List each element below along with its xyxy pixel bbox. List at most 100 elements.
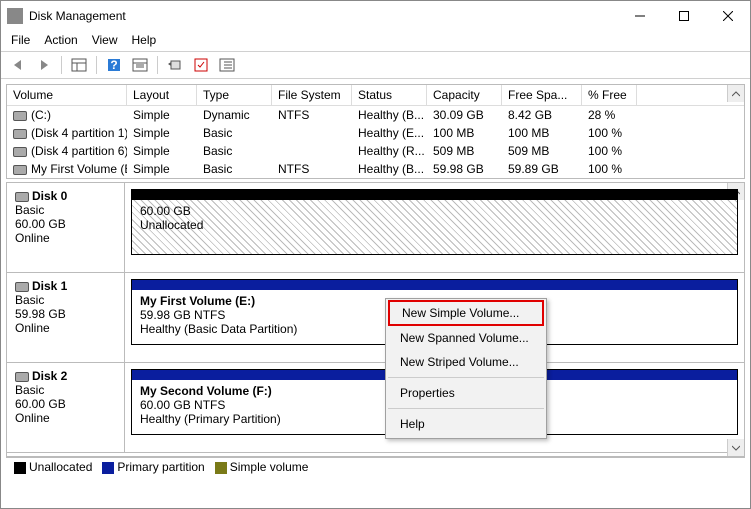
cell-free: 59.89 GB: [502, 161, 582, 177]
settings-button[interactable]: [216, 55, 238, 75]
menu-view[interactable]: View: [92, 33, 118, 47]
swatch-primary: [102, 462, 114, 474]
menu-help[interactable]: Help: [132, 33, 157, 47]
toolbar-divider: [96, 56, 97, 74]
disk-icon: [15, 372, 29, 382]
back-button[interactable]: [7, 55, 29, 75]
cell-fs: NTFS: [272, 161, 352, 177]
toolbar: ?: [1, 52, 750, 79]
table-row[interactable]: My First Volume (E:)SimpleBasicNTFSHealt…: [7, 160, 744, 178]
swatch-simple: [215, 462, 227, 474]
cell-layout: Simple: [127, 107, 197, 123]
col-layout[interactable]: Layout: [127, 85, 197, 105]
legend: Unallocated Primary partition Simple vol…: [6, 457, 745, 476]
app-icon: [7, 8, 23, 24]
minimize-button[interactable]: [618, 1, 662, 31]
col-capacity[interactable]: Capacity: [427, 85, 502, 105]
forward-button[interactable]: [33, 55, 55, 75]
cell-type: Basic: [197, 125, 272, 141]
legend-unallocated: Unallocated: [14, 460, 92, 474]
disk-icon: [15, 192, 29, 202]
table-header: Volume Layout Type File System Status Ca…: [7, 85, 744, 106]
properties-button[interactable]: [129, 55, 151, 75]
disk-icon: [15, 282, 29, 292]
disk-info[interactable]: Disk 1Basic59.98 GBOnline: [7, 273, 125, 362]
cell-pctfree: 100 %: [582, 125, 637, 141]
toolbar-divider: [157, 56, 158, 74]
menu-new-simple-volume[interactable]: New Simple Volume...: [388, 300, 544, 326]
table-row[interactable]: (Disk 4 partition 1)SimpleBasicHealthy (…: [7, 124, 744, 142]
partition[interactable]: 60.00 GBUnallocated: [131, 189, 738, 255]
toolbar-divider: [61, 56, 62, 74]
col-type[interactable]: Type: [197, 85, 272, 105]
col-pctfree[interactable]: % Free: [582, 85, 637, 105]
table-body: (C:)SimpleDynamicNTFSHealthy (B...30.09 …: [7, 106, 744, 178]
partition-size: 60.00 GB: [140, 204, 729, 218]
cell-layout: Simple: [127, 125, 197, 141]
window-controls: [618, 1, 750, 31]
help-button[interactable]: ?: [103, 55, 125, 75]
disk-type: Basic: [15, 383, 116, 397]
menubar: File Action View Help: [1, 31, 750, 52]
col-status[interactable]: Status: [352, 85, 427, 105]
cell-type: Basic: [197, 161, 272, 177]
disk-info[interactable]: Disk 2Basic60.00 GBOnline: [7, 363, 125, 452]
legend-simple: Simple volume: [215, 460, 309, 474]
disk-state: Online: [15, 411, 116, 425]
cell-free: 509 MB: [502, 143, 582, 159]
cell-type: Basic: [197, 143, 272, 159]
volume-table: Volume Layout Type File System Status Ca…: [6, 84, 745, 179]
cell-layout: Simple: [127, 143, 197, 159]
disk-type: Basic: [15, 293, 116, 307]
cell-capacity: 30.09 GB: [427, 107, 502, 123]
partition-bar: [132, 190, 737, 200]
disk-row: Disk 2Basic60.00 GBOnlineMy Second Volum…: [7, 363, 744, 453]
scroll-up-icon[interactable]: [727, 85, 744, 102]
menu-separator: [388, 408, 544, 409]
menu-action[interactable]: Action: [44, 33, 77, 47]
legend-primary: Primary partition: [102, 460, 204, 474]
cell-fs: [272, 125, 352, 141]
table-row[interactable]: (C:)SimpleDynamicNTFSHealthy (B...30.09 …: [7, 106, 744, 124]
disk-state: Online: [15, 321, 116, 335]
context-menu: New Simple Volume... New Spanned Volume.…: [385, 298, 547, 439]
col-freespace[interactable]: Free Spa...: [502, 85, 582, 105]
cell-pctfree: 28 %: [582, 107, 637, 123]
cell-free: 100 MB: [502, 125, 582, 141]
col-volume[interactable]: Volume: [7, 85, 127, 105]
volume-icon: [13, 147, 27, 157]
disk-size: 60.00 GB: [15, 217, 116, 231]
disk-name: Disk 2: [15, 369, 116, 383]
refresh-button[interactable]: [164, 55, 186, 75]
table-row[interactable]: (Disk 4 partition 6)SimpleBasicHealthy (…: [7, 142, 744, 160]
titlebar: Disk Management: [1, 1, 750, 31]
col-filesystem[interactable]: File System: [272, 85, 352, 105]
rescan-button[interactable]: [190, 55, 212, 75]
disk-partitions: 60.00 GBUnallocated: [125, 183, 744, 272]
cell-volume: (C:): [7, 107, 127, 123]
view-layout-button[interactable]: [68, 55, 90, 75]
partition-bar: [132, 280, 737, 290]
menu-help[interactable]: Help: [386, 412, 546, 436]
cell-capacity: 509 MB: [427, 143, 502, 159]
cell-capacity: 59.98 GB: [427, 161, 502, 177]
close-button[interactable]: [706, 1, 750, 31]
disk-info[interactable]: Disk 0Basic60.00 GBOnline: [7, 183, 125, 272]
maximize-button[interactable]: [662, 1, 706, 31]
cell-type: Dynamic: [197, 107, 272, 123]
disk-size: 60.00 GB: [15, 397, 116, 411]
cell-fs: NTFS: [272, 107, 352, 123]
volume-icon: [13, 111, 27, 121]
cell-status: Healthy (B...: [352, 107, 427, 123]
window-title: Disk Management: [29, 9, 618, 23]
menu-new-striped-volume[interactable]: New Striped Volume...: [386, 350, 546, 374]
swatch-unallocated: [14, 462, 26, 474]
col-spacer: [637, 85, 727, 105]
cell-volume: My First Volume (E:): [7, 161, 127, 177]
menu-new-spanned-volume[interactable]: New Spanned Volume...: [386, 326, 546, 350]
menu-properties[interactable]: Properties: [386, 381, 546, 405]
menu-file[interactable]: File: [11, 33, 30, 47]
disk-size: 59.98 GB: [15, 307, 116, 321]
cell-layout: Simple: [127, 161, 197, 177]
partition-status: Unallocated: [140, 218, 729, 232]
